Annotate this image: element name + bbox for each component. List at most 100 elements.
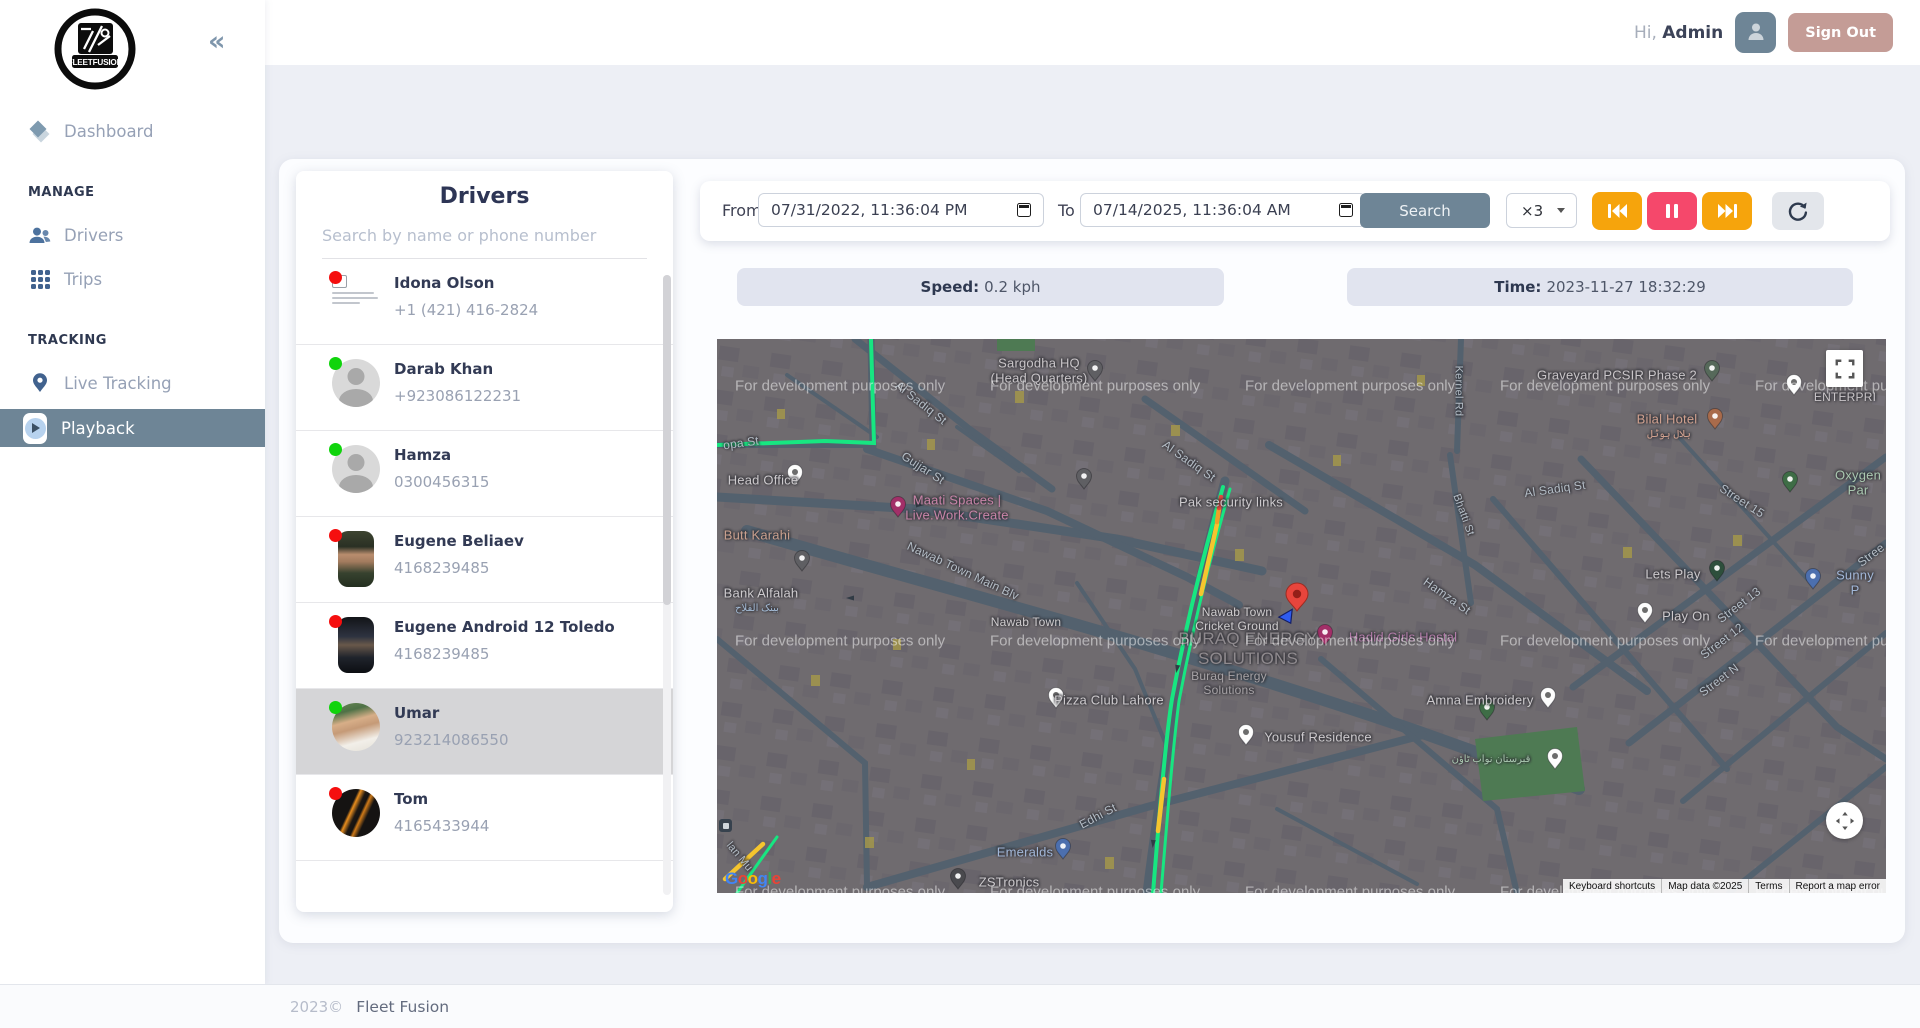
driver-name: Hamza [394, 446, 489, 464]
driver-avatar [332, 359, 380, 430]
map-attribution-link[interactable]: Terms [1748, 879, 1788, 893]
driver-phone: 0300456315 [394, 473, 489, 491]
playback-speed-select[interactable]: ×3 [1506, 193, 1577, 228]
greeting-prefix: Hi, [1634, 23, 1657, 43]
driver-avatar [332, 703, 380, 774]
to-datetime-input[interactable]: 07/14/2025, 11:36:04 AM [1080, 193, 1366, 227]
from-label: From [722, 201, 762, 220]
sidebar-item-playback[interactable]: Playback [0, 409, 265, 447]
sign-out-button[interactable]: Sign Out [1788, 13, 1893, 52]
trips-grid-icon [28, 270, 52, 289]
driver-avatar [332, 617, 380, 688]
footer-brand: Fleet Fusion [356, 998, 449, 1016]
driver-phone: +923086122231 [394, 387, 521, 405]
driver-phone: 4168239485 [394, 559, 524, 577]
map-attribution-link[interactable]: Report a map error [1789, 879, 1886, 893]
search-button[interactable]: Search [1360, 193, 1490, 228]
scrollbar-thumb[interactable] [663, 275, 671, 605]
playback-play-icon [23, 413, 47, 444]
username: Admin [1662, 23, 1723, 43]
sidebar: FLEETFUSION « Dashboard MANAGE Drivers T… [0, 0, 265, 984]
driver-avatar [332, 789, 380, 860]
fleetfusion-logo: FLEETFUSION [53, 7, 137, 95]
rewind-icon [1605, 201, 1630, 221]
from-datetime-input[interactable]: 07/31/2022, 11:36:04 PM [758, 193, 1044, 227]
driver-search-input[interactable] [322, 216, 647, 259]
status-dot [329, 443, 342, 456]
bus-stop-icon [719, 819, 732, 832]
chevron-down-icon [1557, 208, 1565, 213]
driver-name: Eugene Android 12 Toledo [394, 618, 615, 636]
driver-name: Eugene Beliaev [394, 532, 524, 550]
calendar-icon[interactable] [1339, 203, 1353, 217]
pause-button[interactable] [1647, 192, 1697, 230]
person-icon [1744, 19, 1768, 47]
google-logo[interactable]: Google [725, 869, 781, 889]
driver-phone: 923214086550 [394, 731, 509, 749]
sidebar-item-label: Live Tracking [64, 374, 172, 393]
map-fullscreen-button[interactable] [1826, 350, 1863, 387]
status-dot [329, 271, 342, 284]
driver-name: Tom [394, 790, 489, 808]
sidebar-collapse-button[interactable]: « [208, 28, 225, 55]
driver-row-selected[interactable]: Umar 923214086550 [296, 689, 673, 775]
refresh-button[interactable] [1772, 192, 1824, 230]
map-attribution: Keyboard shortcutsMap data ©2025TermsRep… [1563, 879, 1886, 893]
drivers-panel: Drivers Idona Olson+1 (421) 416-2824 Dar… [296, 171, 673, 912]
time-label: Time: [1494, 278, 1541, 296]
drivers-people-icon [28, 227, 52, 244]
drivers-panel-title: Drivers [296, 184, 673, 209]
status-dot [329, 357, 342, 370]
calendar-icon[interactable] [1017, 203, 1031, 217]
driver-row[interactable]: Tom4165433944 [296, 775, 673, 861]
map-canvas[interactable]: Google Keyboard shortcutsMap data ©2025T… [717, 339, 1886, 893]
playback-controls: From 07/31/2022, 11:36:04 PM To 07/14/20… [700, 181, 1890, 241]
pan-arrows-icon [1834, 810, 1856, 832]
fullscreen-icon [1834, 358, 1856, 380]
greeting-text: Hi, Admin [1634, 23, 1723, 43]
sidebar-item-live-tracking[interactable]: Live Tracking [0, 364, 265, 402]
speed-select-value: ×3 [1521, 202, 1543, 220]
status-dot [329, 615, 342, 628]
map-attribution-link[interactable]: Keyboard shortcuts [1563, 879, 1661, 893]
driver-list: Idona Olson+1 (421) 416-2824 Darab Khan +… [296, 259, 673, 861]
driver-row[interactable]: Darab Khan +923086122231 [296, 345, 673, 431]
sidebar-item-label: Dashboard [64, 122, 154, 141]
driver-name: Darab Khan [394, 360, 521, 378]
speed-label: Speed: [921, 278, 980, 296]
to-label: To [1058, 201, 1075, 220]
driver-row[interactable]: Eugene Android 12 Toledo4168239485 [296, 603, 673, 689]
driver-row[interactable]: Hamza 0300456315 [296, 431, 673, 517]
driver-row[interactable]: Eugene Beliaev 4168239485 [296, 517, 673, 603]
footer: 2023© Fleet Fusion [0, 984, 1920, 1028]
dashboard-diamond-icon [28, 122, 52, 140]
status-dot [329, 529, 342, 542]
map-attribution-link[interactable]: Map data ©2025 [1661, 879, 1748, 893]
time-value: 2023-11-27 18:32:29 [1546, 278, 1705, 296]
to-datetime-value: 07/14/2025, 11:36:04 AM [1093, 201, 1329, 219]
svg-text:FLEETFUSION: FLEETFUSION [68, 58, 123, 67]
driver-avatar [332, 273, 380, 344]
fast-forward-icon [1715, 201, 1740, 221]
driver-name: Idona Olson [394, 274, 538, 292]
sidebar-section-manage: MANAGE [28, 185, 95, 200]
fast-forward-button[interactable] [1702, 192, 1752, 230]
user-avatar-button[interactable] [1735, 12, 1776, 53]
topbar: Hi, Admin Sign Out [265, 0, 1920, 65]
sidebar-item-label: Trips [64, 270, 102, 289]
driver-avatar [332, 531, 380, 602]
pause-icon [1664, 202, 1680, 220]
map-pin-icon [28, 373, 52, 393]
driver-row[interactable]: Idona Olson+1 (421) 416-2824 [296, 259, 673, 345]
driver-name: Umar [394, 704, 509, 722]
status-dot [329, 787, 342, 800]
sidebar-item-drivers[interactable]: Drivers [0, 216, 265, 254]
time-status: Time: 2023-11-27 18:32:29 [1347, 268, 1853, 306]
sidebar-item-dashboard[interactable]: Dashboard [0, 112, 265, 150]
from-datetime-value: 07/31/2022, 11:36:04 PM [771, 201, 1007, 219]
sidebar-item-trips[interactable]: Trips [0, 260, 265, 298]
rewind-button[interactable] [1592, 192, 1642, 230]
status-dot [329, 701, 342, 714]
map-pan-button[interactable] [1826, 802, 1863, 839]
sidebar-section-tracking: TRACKING [28, 333, 107, 348]
